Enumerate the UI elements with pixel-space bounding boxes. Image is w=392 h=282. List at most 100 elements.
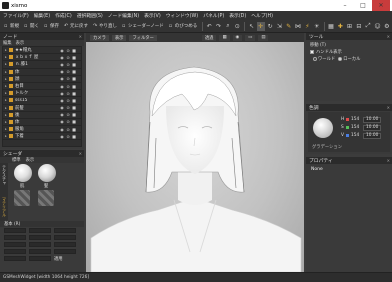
align-icon[interactable]: ⊟ [355,22,363,31]
render-icon[interactable]: ■ [71,112,77,117]
render-icon[interactable]: ■ [71,84,77,89]
render-icon[interactable]: ■ [71,105,77,110]
viewport-camera-menu[interactable]: カメラ [90,34,109,41]
menu-display[interactable]: 表示(D) [229,12,246,19]
panel-close-icon[interactable]: ✕ [387,105,390,110]
panel-close-icon[interactable]: ✕ [79,34,82,39]
lock-icon[interactable]: ⊙ [233,22,241,31]
h-value-field[interactable]: 10.00 [363,116,381,123]
value-field[interactable] [4,249,26,254]
save-button[interactable]: ▫ 保存 [42,22,61,31]
list-item[interactable]: ▸ 服角 ◉ ⊙ ■ [3,126,81,134]
viewport-filter-menu[interactable]: フィルター [129,34,157,41]
render-icon[interactable]: ■ [71,48,77,53]
material-sphere-hair[interactable] [38,164,56,182]
value-field[interactable] [29,256,51,261]
new-button[interactable]: ▫ 新規 [2,22,21,31]
menu-create[interactable]: 作成(C) [55,12,72,19]
tab-display[interactable]: 表示 [26,157,35,163]
apply-button[interactable]: 適用 [54,256,63,262]
value-field[interactable] [54,249,76,254]
value-field[interactable] [29,242,51,247]
tab-standard[interactable]: 標準 [12,157,21,163]
render-icon[interactable]: ■ [71,98,77,103]
value-field[interactable] [29,228,51,233]
list-item[interactable]: ▸ 前髪 ◉ ⊙ ■ [3,105,81,112]
list-item[interactable]: ▸ ★★帽丸 ◉ ⊙ ■ [3,47,81,55]
paint-icon[interactable]: ✎ [285,22,293,31]
viewport-display-menu[interactable]: 表示 [111,34,127,41]
light-icon[interactable]: ☀ [313,22,321,31]
tab-texture[interactable]: テクスチャ [1,165,7,185]
texture-thumbnail[interactable] [14,190,30,206]
screen-icon[interactable]: ▭ [245,34,256,41]
render-icon[interactable]: ■ [71,76,77,81]
morph-icon[interactable]: ⋈ [294,22,302,31]
list-item[interactable]: ▸ 下着 ◉ ⊙ ■ [3,133,81,141]
list-item[interactable]: ▸ 右目 ◉ ⊙ ■ [3,83,81,91]
value-field[interactable] [4,256,26,261]
render-icon[interactable]: ■ [71,91,77,96]
handle-visible-checkbox[interactable]: ハンドル表示 [308,48,390,55]
list-item[interactable]: ▸ 体 ◉ ⊙ ■ [3,69,81,76]
material-sphere-skin[interactable] [14,164,32,182]
list-item[interactable]: ▸ ｎ.膝1 ◉ ⊙ ■ [3,61,81,69]
redo-arrow-icon[interactable]: ↷ [214,22,222,31]
render-icon[interactable]: ■ [71,62,77,67]
render-icon[interactable]: ■ [71,119,77,124]
value-field[interactable] [4,235,26,240]
menu-edit[interactable]: 編集(E) [34,12,50,19]
menu-node-edit[interactable]: ノード編集(N) [108,12,139,19]
camera-icon[interactable]: ◉ [232,34,243,41]
value-field[interactable] [4,228,26,233]
expand-icon[interactable]: ⤢ [364,22,372,31]
value-field[interactable] [29,235,51,240]
menu-panel[interactable]: パネル(P) [203,12,224,19]
stretch-button[interactable]: ▫ のびつめる [167,22,200,31]
value-field[interactable] [4,242,26,247]
list-item[interactable]: ▸ 体 ◉ ⊙ ■ [3,119,81,127]
panel-close-icon[interactable]: ✕ [387,34,390,39]
maximize-icon[interactable]: □ [354,0,372,11]
render-icon[interactable]: ■ [71,134,77,139]
gradient-label[interactable]: グラデーション [312,143,342,150]
zoom-icon[interactable]: ⌕ [224,22,232,31]
rotate-icon[interactable]: ↻ [266,22,274,31]
open-button[interactable]: ▫ 開く [22,22,41,31]
value-field[interactable] [54,228,76,233]
tab-material[interactable]: マテリアル [1,197,7,217]
value-field[interactable] [54,242,76,247]
scale-icon[interactable]: ⇲ [275,22,283,31]
bone-icon[interactable]: ⚡ [303,22,311,31]
local-radio[interactable] [338,56,343,61]
undo-arrow-icon[interactable]: ↶ [205,22,213,31]
color-preview-sphere[interactable] [313,118,333,138]
render-icon[interactable]: ■ [71,127,77,132]
person-icon[interactable]: ☺ [373,22,381,31]
panel-close-icon[interactable]: ✕ [387,158,390,163]
list-item[interactable]: ▸ トルク ◉ ⊙ ■ [3,90,81,98]
value-field[interactable] [54,235,76,240]
render-icon[interactable]: ■ [71,55,77,60]
snap-icon[interactable]: ⊞ [345,22,353,31]
value-field[interactable] [29,249,51,254]
list-item[interactable]: ▸ 顔 ◉ ⊙ ■ [3,76,81,83]
menu-file[interactable]: ファイル(F) [3,12,29,19]
list-item[interactable]: ▸ sss15 ◉ ⊙ ■ [3,97,81,105]
s-value-field[interactable]: 10.00 [363,124,381,131]
v-value-field[interactable]: 10.00 [363,132,381,139]
render-icon[interactable]: ■ [71,69,77,74]
list-item[interactable]: ▸ ｘｂｘｆ 屋 ◉ ⊙ ■ [3,54,81,62]
panel-close-icon[interactable]: ✕ [79,151,82,156]
undo-button[interactable]: ↶ 元に戻す [62,22,90,31]
menu-view[interactable]: 表示(V) [144,12,161,19]
texture-thumbnail[interactable] [38,190,54,206]
viewport-canvas[interactable] [86,42,304,272]
minimize-icon[interactable]: – [336,0,354,11]
layout-icon[interactable]: ▤ [258,34,269,41]
redo-button[interactable]: ↷ やり直し [91,22,119,31]
select-icon[interactable]: ↖ [247,22,255,31]
viewport-transparency-menu[interactable]: 透過 [201,34,217,41]
menu-selection[interactable]: 選択範囲(S) [77,12,103,19]
grid-icon[interactable]: ▦ [219,34,230,41]
